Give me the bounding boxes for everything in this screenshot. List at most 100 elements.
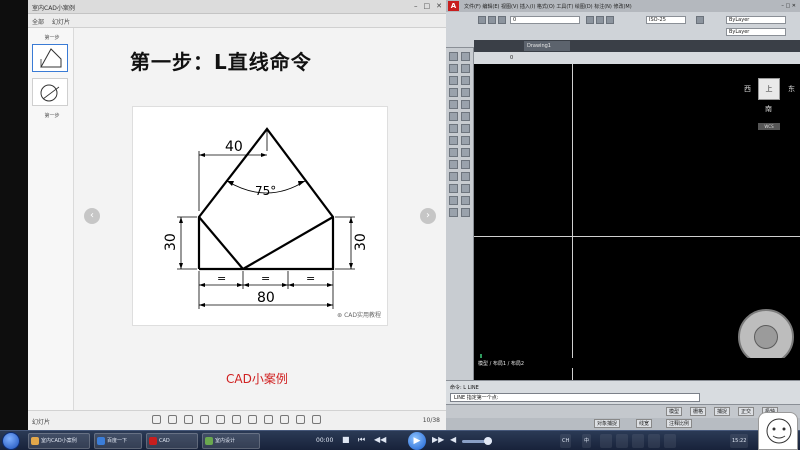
current-layer[interactable]: 0 bbox=[510, 55, 513, 61]
explode-tool-icon[interactable] bbox=[461, 160, 470, 169]
save-icon[interactable] bbox=[498, 16, 506, 24]
copy-tool-icon[interactable] bbox=[461, 100, 470, 109]
more-icon[interactable] bbox=[312, 415, 321, 424]
fillet-tool-icon[interactable] bbox=[461, 136, 470, 145]
lineweight-dropdown[interactable]: ByLayer bbox=[726, 28, 786, 36]
dimstyle-dropdown[interactable]: ISO-25 bbox=[646, 16, 686, 24]
tray-icon[interactable] bbox=[648, 434, 660, 448]
volume-icon[interactable]: ◀ bbox=[450, 435, 456, 444]
insert-tool-icon[interactable] bbox=[461, 184, 470, 193]
dimension-tool-icon[interactable] bbox=[461, 172, 470, 181]
taskbar-task[interactable]: 室内设计 bbox=[202, 433, 260, 449]
move-tool-icon[interactable] bbox=[449, 100, 458, 109]
layer-icon[interactable] bbox=[586, 16, 594, 24]
stop-icon[interactable]: ■ bbox=[342, 435, 350, 444]
tray-icon[interactable] bbox=[632, 434, 644, 448]
tray-language[interactable]: CH bbox=[560, 434, 572, 448]
taskbar-task[interactable]: CAD bbox=[146, 433, 198, 449]
volume-slider-knob[interactable] bbox=[484, 437, 492, 445]
heart-icon[interactable] bbox=[152, 415, 161, 424]
layer-dropdown[interactable]: 0 bbox=[510, 16, 580, 24]
previous-track-icon[interactable]: ⏮ bbox=[358, 435, 365, 445]
array-tool-icon[interactable] bbox=[449, 160, 458, 169]
color-icon[interactable] bbox=[696, 16, 704, 24]
new-file-icon[interactable] bbox=[478, 16, 486, 24]
fit-icon[interactable] bbox=[216, 415, 225, 424]
next-icon[interactable] bbox=[248, 415, 257, 424]
block-tool-icon[interactable] bbox=[449, 184, 458, 193]
mirror-tool-icon[interactable] bbox=[461, 112, 470, 121]
status-annoscale[interactable]: 注释比例 bbox=[666, 419, 693, 428]
line-tool-icon[interactable] bbox=[449, 52, 458, 61]
menu-item-slides[interactable]: 幻灯片 bbox=[52, 17, 70, 26]
previous-slide-button[interactable]: ‹ bbox=[84, 208, 100, 224]
zoom-in-icon[interactable] bbox=[184, 415, 193, 424]
extend-tool-icon[interactable] bbox=[449, 136, 458, 145]
close-icon[interactable]: ✕ bbox=[436, 2, 442, 10]
tray-clock[interactable]: 15:22 bbox=[730, 434, 749, 448]
tray-ime[interactable]: 中 bbox=[582, 434, 592, 448]
previous-icon[interactable] bbox=[232, 415, 241, 424]
cad-logo-icon[interactable]: A bbox=[448, 1, 459, 11]
status-ortho[interactable]: 正交 bbox=[738, 407, 755, 416]
match-icon[interactable] bbox=[606, 16, 614, 24]
tray-icon[interactable] bbox=[616, 434, 628, 448]
cad-menu[interactable]: 文件(F) 编辑(E) 视图(V) 插入(I) 格式(O) 工具(T) 绘图(D… bbox=[464, 3, 632, 10]
hatch-tool-icon[interactable] bbox=[449, 88, 458, 97]
viewcube-top[interactable]: 上 bbox=[758, 78, 780, 100]
erase-tool-icon[interactable] bbox=[449, 172, 458, 181]
status-lineweight[interactable]: 线宽 bbox=[636, 419, 653, 428]
region-tool-icon[interactable] bbox=[461, 208, 470, 217]
offset-tool-icon[interactable] bbox=[449, 124, 458, 133]
menu-item-all[interactable]: 全部 bbox=[32, 17, 44, 26]
circle-tool-icon[interactable] bbox=[449, 64, 458, 73]
model-layout-tabs-label[interactable]: 模型 / 布局1 / 布局2 bbox=[478, 360, 524, 367]
status-grid[interactable]: 栅格 bbox=[690, 407, 707, 416]
layer-icon[interactable] bbox=[596, 16, 604, 24]
navigation-wheel-center[interactable] bbox=[754, 325, 778, 349]
open-file-icon[interactable] bbox=[488, 16, 496, 24]
maximize-icon[interactable]: □ bbox=[424, 2, 431, 10]
taskbar-task[interactable]: 室内CAD小案例 bbox=[28, 433, 90, 449]
crop-icon[interactable] bbox=[280, 415, 289, 424]
zoom-out-icon[interactable] bbox=[200, 415, 209, 424]
status-model[interactable]: 模型 bbox=[666, 407, 683, 416]
cad-drawing-area[interactable]: 西 东 上 南 WCS bbox=[474, 64, 800, 380]
viewcube-east[interactable]: 东 bbox=[788, 84, 795, 94]
tray-icon[interactable] bbox=[664, 434, 676, 448]
start-button[interactable] bbox=[2, 432, 20, 450]
navigation-wheel[interactable] bbox=[738, 309, 794, 365]
play-button[interactable]: ▶ bbox=[408, 432, 426, 450]
status-snap[interactable]: 捕捉 bbox=[714, 407, 731, 416]
command-input[interactable]: LINE 指定第一个点: bbox=[450, 393, 700, 402]
polygon-tool-icon[interactable] bbox=[461, 76, 470, 85]
window-controls[interactable]: – □ ✕ bbox=[781, 3, 796, 9]
taskbar-task[interactable]: 百度一下 bbox=[94, 433, 142, 449]
trash-icon[interactable] bbox=[168, 415, 177, 424]
next-slide-button[interactable]: › bbox=[420, 208, 436, 224]
status-osnap[interactable]: 对象捕捉 bbox=[594, 419, 621, 428]
forward-icon[interactable]: ▶▶ bbox=[432, 435, 444, 444]
viewcube-south[interactable]: 南 bbox=[765, 104, 772, 114]
point-tool-icon[interactable] bbox=[449, 196, 458, 205]
rotate-tool-icon[interactable] bbox=[449, 112, 458, 121]
rotate-icon[interactable] bbox=[264, 415, 273, 424]
minimize-icon[interactable]: – bbox=[414, 2, 418, 10]
thumbnail-slide-2[interactable] bbox=[32, 78, 68, 106]
rewind-icon[interactable]: ◀◀ bbox=[374, 435, 386, 444]
thumbnail-slide-1[interactable] bbox=[32, 44, 68, 72]
scissors-icon[interactable] bbox=[296, 415, 305, 424]
tray-icon[interactable] bbox=[600, 434, 612, 448]
rectangle-tool-icon[interactable] bbox=[449, 76, 458, 85]
wcs-menu[interactable]: WCS bbox=[758, 123, 780, 130]
ellipse-tool-icon[interactable] bbox=[449, 208, 458, 217]
spline-tool-icon[interactable] bbox=[461, 196, 470, 205]
stretch-tool-icon[interactable] bbox=[461, 148, 470, 157]
polyline-tool-icon[interactable] bbox=[461, 52, 470, 61]
tab-drawing1[interactable]: Drawing1 bbox=[524, 41, 570, 51]
viewcube[interactable]: 西 东 上 南 WCS bbox=[744, 68, 796, 130]
slides-panel-label[interactable]: 幻灯片 bbox=[32, 417, 50, 426]
text-tool-icon[interactable] bbox=[461, 88, 470, 97]
trim-tool-icon[interactable] bbox=[461, 124, 470, 133]
viewcube-west[interactable]: 西 bbox=[744, 84, 751, 94]
